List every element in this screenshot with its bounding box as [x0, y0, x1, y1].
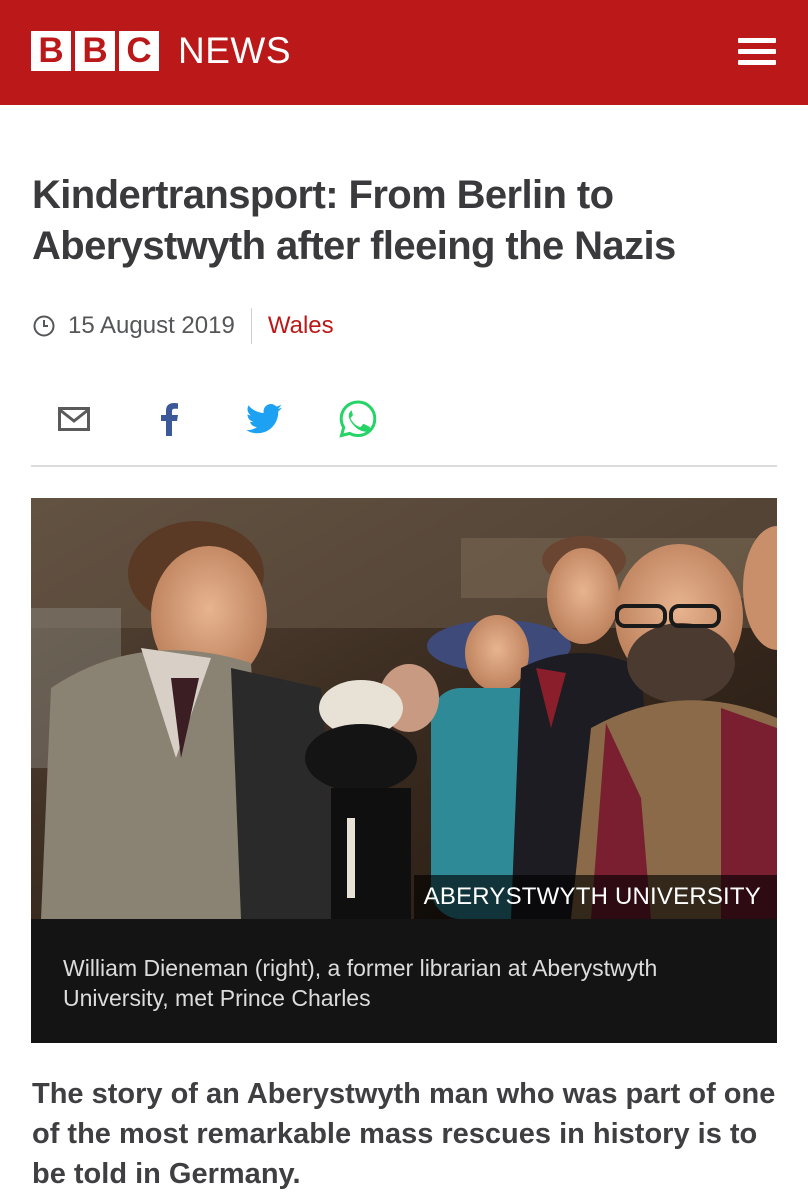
divider	[31, 465, 777, 467]
clock-icon	[33, 315, 55, 337]
share-toolbar	[0, 396, 808, 442]
share-facebook-button[interactable]	[146, 396, 192, 442]
site-header: B B C NEWS	[0, 0, 808, 105]
bbc-logo[interactable]: B B C	[31, 31, 159, 71]
image-caption-text: William Dieneman (right), a former libra…	[63, 955, 658, 1011]
share-twitter-button[interactable]	[241, 396, 287, 442]
article-headline: Kindertransport: From Berlin to Aberystw…	[32, 173, 676, 268]
logo-letter: C	[119, 31, 159, 71]
section-link[interactable]: Wales	[268, 312, 334, 340]
article-date: 15 August 2019	[68, 312, 235, 339]
article-photo[interactable]: ABERYSTWYTH UNIVERSITY	[31, 498, 777, 919]
article-intro: The story of an Aberystwyth man who was …	[32, 1078, 776, 1190]
share-email-button[interactable]	[51, 396, 97, 442]
twitter-icon	[246, 404, 282, 434]
logo-letter: B	[75, 31, 115, 71]
logo-letter: B	[31, 31, 71, 71]
share-whatsapp-button[interactable]	[335, 396, 381, 442]
facebook-icon	[161, 403, 178, 436]
news-wordmark[interactable]: NEWS	[178, 30, 291, 72]
image-credit: ABERYSTWYTH UNIVERSITY	[413, 875, 777, 919]
photo-illustration	[31, 498, 777, 919]
hamburger-menu-icon[interactable]	[736, 35, 778, 69]
image-caption: William Dieneman (right), a former libra…	[31, 919, 777, 1043]
whatsapp-icon	[339, 400, 377, 438]
email-icon	[58, 407, 90, 431]
meta-divider	[250, 308, 252, 344]
article-meta: 15 August 2019 Wales	[33, 308, 334, 344]
